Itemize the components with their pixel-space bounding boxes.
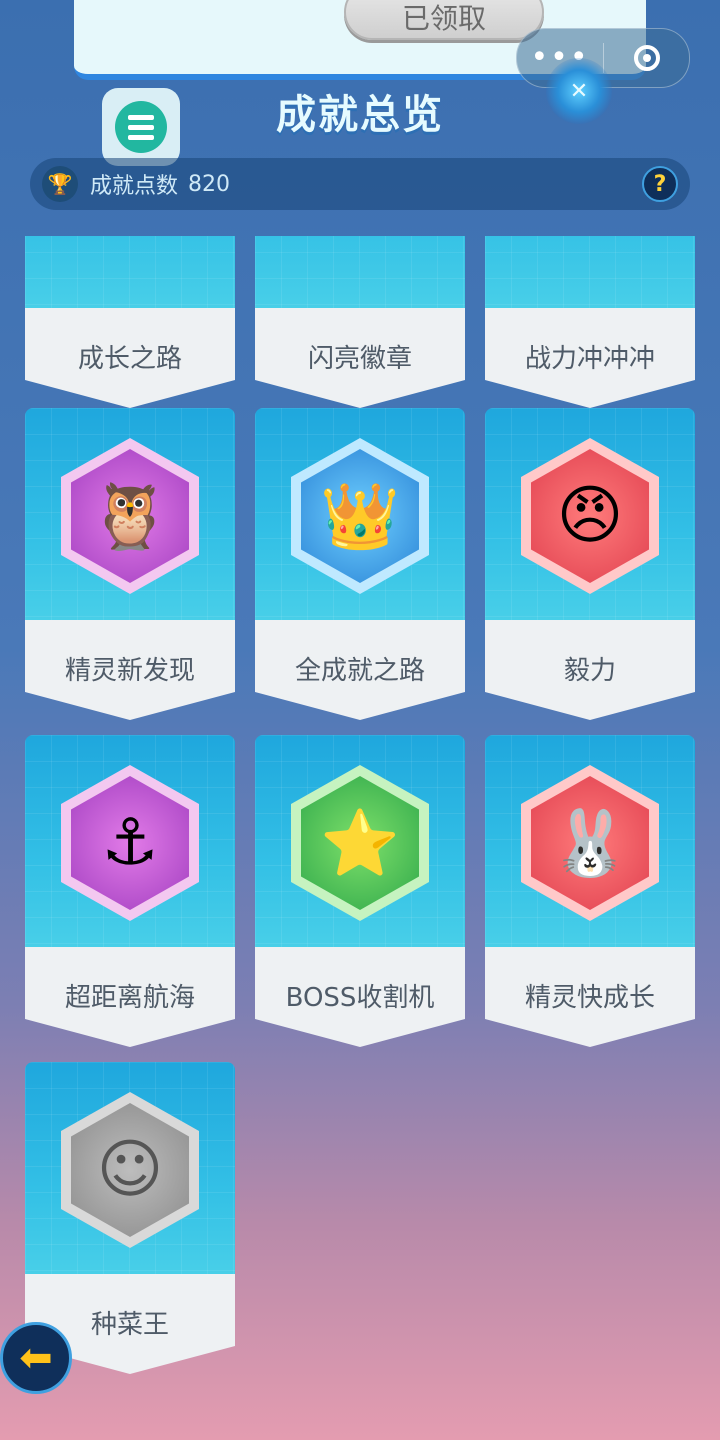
achievement-card[interactable]: 👑 全成就之路 [255, 408, 465, 720]
achievement-card[interactable]: ⭐ BOSS收割机 [255, 735, 465, 1047]
card-label: 超距离航海 [64, 983, 195, 1013]
achievement-points-bar: 🏆 成就点数 820 ? [30, 158, 690, 210]
card-label: 精灵快成长 [524, 983, 655, 1013]
achievement-card[interactable]: 🐰 精灵快成长 [485, 735, 695, 1047]
card-label: 精灵新发现 [64, 656, 195, 686]
card-label: 闪亮徽章 [307, 344, 412, 374]
points-value: 820 [188, 171, 231, 197]
card-label: 战力冲冲冲 [524, 344, 655, 374]
achievement-card[interactable]: ⚓ 超距离航海 [25, 735, 235, 1047]
card-label: 成长之路 [77, 344, 182, 374]
card-label: BOSS收割机 [285, 983, 435, 1013]
close-mini-program-button[interactable] [604, 45, 689, 71]
back-arrow-icon[interactable]: ⬅ [0, 1322, 72, 1394]
claimed-button[interactable]: 已领取 [344, 0, 544, 40]
card-label: 种菜王 [90, 1310, 169, 1340]
achievement-card[interactable]: 😠 毅力 [485, 408, 695, 720]
card-label: 毅力 [563, 656, 616, 686]
captain-owl-icon: ⚓ [61, 765, 199, 921]
owl-flame-icon: 🦉 [61, 438, 199, 594]
warrior-face-icon: 😠 [521, 438, 659, 594]
bunny-medal-icon: 🐰 [521, 765, 659, 921]
achievement-card[interactable]: 🦉 精灵新发现 [25, 408, 235, 720]
help-button[interactable]: ? [642, 166, 678, 202]
card-label: 全成就之路 [294, 656, 425, 686]
farmer-hat-icon: ☺ [61, 1092, 199, 1248]
trophy-icon: 🏆 [42, 166, 78, 202]
target-icon [633, 45, 660, 71]
achievement-grid: 成长之路 闪亮徽章 战力冲冲冲 🦉 精灵新发现 👑 全成就之路 😠 毅力 ⚓ 超… [0, 236, 720, 1440]
menu-button[interactable] [102, 88, 180, 166]
boss-hero-icon: ⭐ [291, 765, 429, 921]
achievement-card[interactable]: ☺ 种菜王 [25, 1062, 235, 1374]
crown-wings-icon: 👑 [291, 438, 429, 594]
points-label: 成就点数 [90, 174, 179, 199]
list-icon [115, 101, 167, 153]
